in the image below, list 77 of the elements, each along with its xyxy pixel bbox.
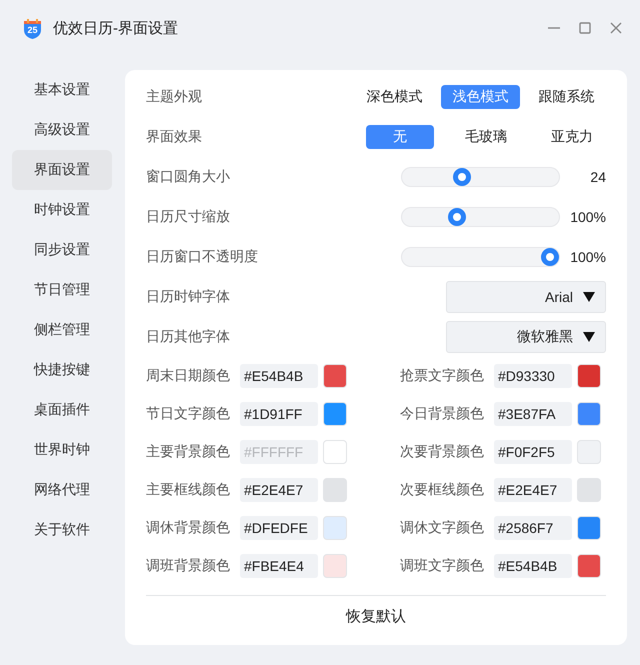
slider-track[interactable]: [401, 247, 560, 267]
color-label: 主要框线颜色: [146, 481, 231, 499]
color-input-field[interactable]: #2586F7: [494, 516, 572, 540]
setting-label: 日历尺寸缩放: [146, 208, 231, 226]
segment-option[interactable]: 毛玻璃: [452, 125, 520, 149]
sidebar-item[interactable]: 快捷按键: [12, 350, 112, 390]
color-input-field[interactable]: #3E87FA: [494, 402, 572, 426]
slider-value: 24: [589, 169, 606, 185]
color-swatch[interactable]: [577, 440, 601, 464]
close-icon[interactable]: [608, 20, 624, 36]
slider-thumb[interactable]: [453, 168, 472, 186]
color-input-field[interactable]: #E54B4B: [240, 364, 318, 388]
color-swatch[interactable]: [577, 516, 601, 540]
sidebar-item[interactable]: 同步设置: [12, 230, 112, 270]
color-swatch[interactable]: [323, 554, 347, 578]
color-label: 次要框线颜色: [400, 481, 485, 499]
sidebar-item[interactable]: 界面设置: [12, 150, 112, 190]
font-dropdown[interactable]: 微软雅黑: [446, 321, 606, 353]
color-input-field[interactable]: #E2E4E7: [240, 478, 318, 502]
sidebar-item[interactable]: 时钟设置: [12, 190, 112, 230]
color-input-field[interactable]: #D93330: [494, 364, 572, 388]
setting-label: 日历窗口不透明度: [146, 248, 259, 266]
segment-option[interactable]: 跟随系统: [527, 85, 606, 109]
slider-track[interactable]: [401, 207, 560, 227]
color-label: 次要背景颜色: [400, 443, 485, 461]
segment-option[interactable]: 深色模式: [355, 85, 434, 109]
slider-thumb[interactable]: [448, 208, 466, 226]
setting-label: 日历时钟字体: [146, 288, 231, 306]
sidebar-item[interactable]: 网络代理: [12, 470, 112, 510]
sidebar-item[interactable]: 节日管理: [12, 270, 112, 310]
font-dropdown[interactable]: Arial: [446, 281, 606, 313]
reset-button[interactable]: 恢复默认: [340, 601, 412, 631]
color-input-field[interactable]: #F0F2F5: [494, 440, 572, 464]
sidebar-item[interactable]: 基本设置: [12, 70, 112, 110]
setting-label: 窗口圆角大小: [146, 168, 231, 186]
color-swatch[interactable]: [323, 440, 347, 464]
slider-track[interactable]: [401, 167, 560, 187]
color-label: 调休背景颜色: [146, 519, 231, 537]
slider-value: 100%: [569, 249, 606, 265]
sidebar-item[interactable]: 桌面插件: [12, 390, 112, 430]
sidebar-item[interactable]: 关于软件: [12, 510, 112, 550]
color-label: 抢票文字颜色: [400, 367, 485, 385]
color-input-field[interactable]: #DFEDFE: [240, 516, 318, 540]
color-label: 周末日期颜色: [146, 367, 231, 385]
setting-label: 界面效果: [146, 128, 203, 146]
color-swatch[interactable]: [577, 478, 601, 502]
color-swatch[interactable]: [323, 364, 347, 388]
setting-label: 日历其他字体: [146, 328, 231, 346]
caret-icon: [583, 332, 595, 342]
window-title: 优效日历-界面设置: [53, 18, 179, 38]
color-swatch[interactable]: [577, 554, 601, 578]
color-label: 主要背景颜色: [146, 443, 231, 461]
color-input-field[interactable]: #E2E4E7: [494, 478, 572, 502]
color-input-field[interactable]: #FFFFFF: [240, 440, 318, 464]
color-label: 节日文字颜色: [146, 405, 231, 423]
segment-option[interactable]: 亚克力: [538, 125, 606, 149]
slider-value: 100%: [569, 209, 606, 225]
slider-thumb[interactable]: [541, 248, 559, 266]
sidebar-item[interactable]: 侧栏管理: [12, 310, 112, 350]
color-swatch[interactable]: [323, 402, 347, 426]
sidebar-item[interactable]: 高级设置: [12, 110, 112, 150]
color-swatch[interactable]: [577, 402, 601, 426]
setting-label: 主题外观: [146, 88, 203, 106]
color-input-field[interactable]: #FBE4E4: [240, 554, 318, 578]
sidebar-item[interactable]: 世界时钟: [12, 430, 112, 470]
color-label: 调休文字颜色: [400, 519, 485, 537]
color-label: 调班文字颜色: [400, 557, 485, 575]
color-input-field[interactable]: #1D91FF: [240, 402, 318, 426]
color-label: 今日背景颜色: [400, 405, 485, 423]
calendar-icon: 25: [23, 18, 42, 38]
color-input-field[interactable]: #E54B4B: [494, 554, 572, 578]
color-swatch[interactable]: [323, 516, 347, 540]
color-label: 调班背景颜色: [146, 557, 231, 575]
color-swatch[interactable]: [577, 364, 601, 388]
caret-icon: [583, 292, 595, 302]
color-swatch[interactable]: [323, 478, 347, 502]
maximize-icon[interactable]: [577, 20, 593, 36]
